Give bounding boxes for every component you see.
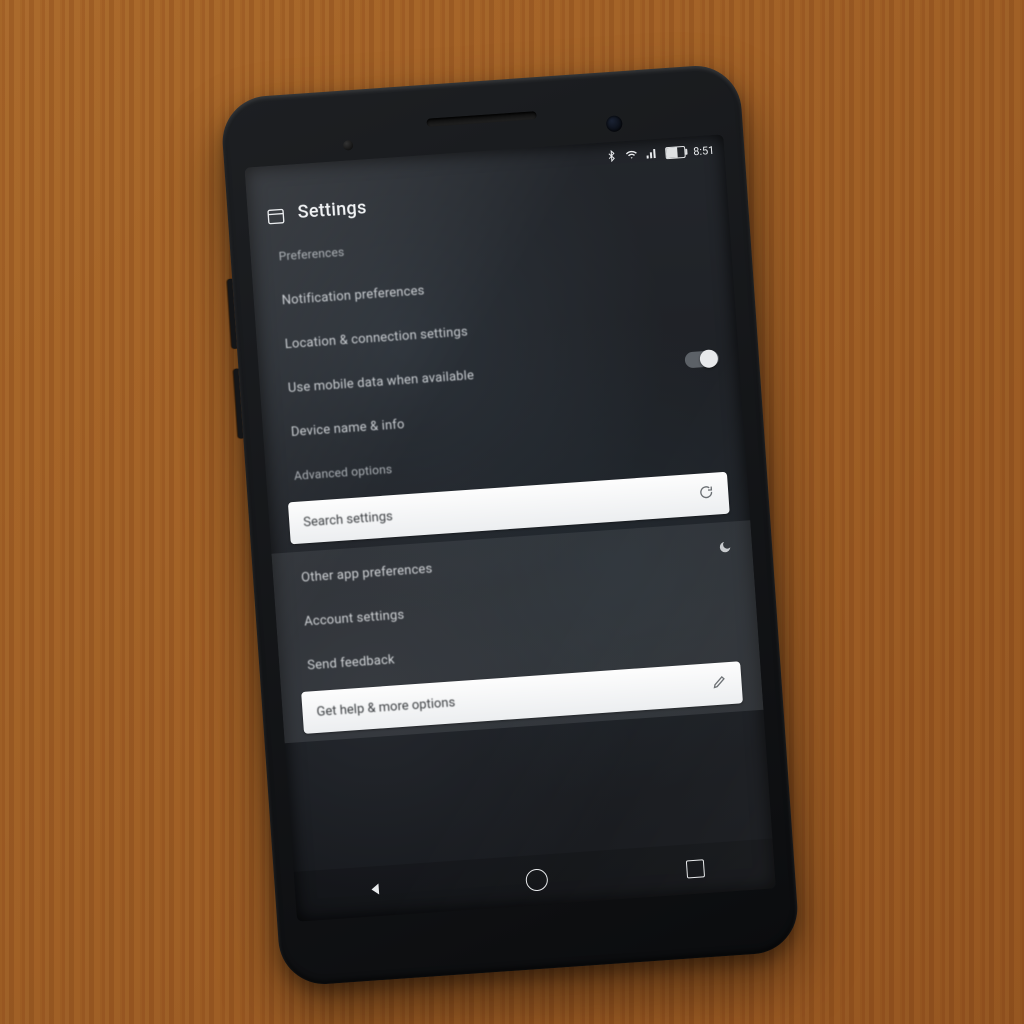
list-item-label: Preferences — [278, 245, 345, 264]
toggle-switch[interactable] — [684, 350, 719, 368]
recents-button[interactable] — [686, 859, 705, 878]
edit-icon[interactable] — [711, 673, 728, 694]
earpiece — [426, 111, 536, 127]
status-time: 8:51 — [693, 143, 715, 157]
phone-device: 8:51 Settings Preferences Notification p… — [220, 63, 801, 987]
list-item-label: Send feedback — [307, 652, 395, 673]
proximity-sensor — [343, 140, 354, 151]
refresh-icon[interactable] — [698, 484, 715, 505]
phone-screen: 8:51 Settings Preferences Notification p… — [244, 134, 776, 922]
wifi-icon — [625, 148, 638, 164]
search-placeholder: Search settings — [303, 509, 393, 530]
action-label: Get help & more options — [316, 695, 456, 720]
list-item-label: Advanced options — [294, 462, 393, 483]
moon-icon — [717, 538, 732, 558]
screen-title: Settings — [297, 197, 367, 223]
list-item-label: Use mobile data when available — [287, 368, 474, 396]
list-item-label: Location & connection settings — [284, 324, 468, 352]
battery-icon — [665, 146, 686, 159]
front-camera — [606, 115, 623, 132]
home-button[interactable] — [525, 868, 548, 891]
settings-list[interactable]: Preferences Notification preferences Loc… — [249, 199, 773, 872]
signal-icon — [645, 146, 658, 162]
bluetooth-icon — [605, 149, 618, 165]
secondary-section: Other app preferences Account settings S… — [271, 520, 763, 743]
list-item-label: Other app preferences — [301, 561, 433, 585]
list-item-label: Device name & info — [290, 417, 405, 440]
settings-icon — [265, 205, 286, 222]
list-item-label: Account settings — [304, 607, 405, 629]
list-item-label: Notification preferences — [281, 283, 425, 308]
back-button[interactable] — [364, 878, 388, 905]
